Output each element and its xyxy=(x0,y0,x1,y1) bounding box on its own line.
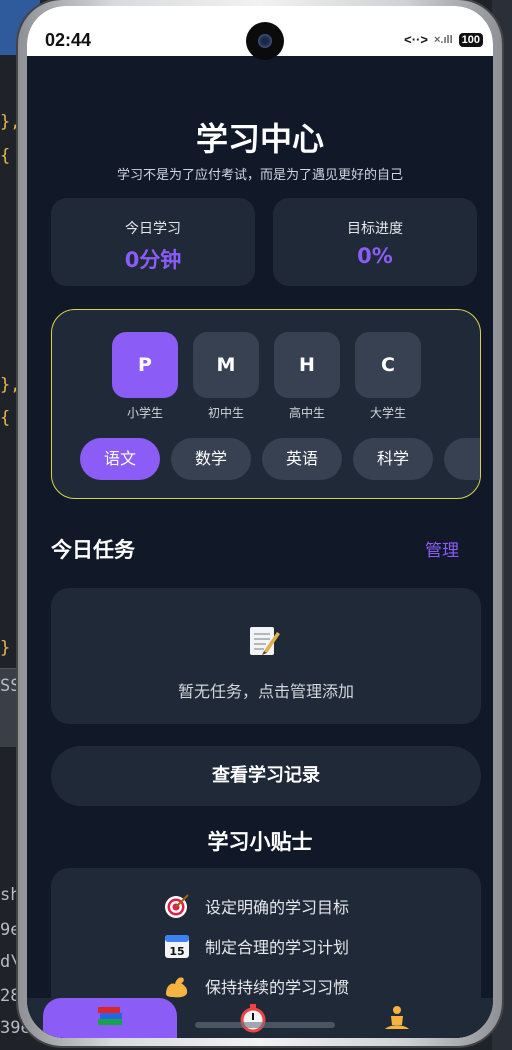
level-label: 高中生 xyxy=(288,406,325,420)
svg-text:15: 15 xyxy=(169,945,184,958)
level-middle[interactable]: M 初中生 xyxy=(193,332,259,421)
level-college[interactable]: C 大学生 xyxy=(355,332,421,421)
phone-bezel: 02:44 <··> ×.ıll 100 学习中心 学习不是为了应付考试，而是为… xyxy=(27,6,493,1038)
tips-title: 学习小贴士 xyxy=(207,830,313,854)
level-subject-panel: P 小学生 M 初中生 H 高中生 C 大学生 语文 数学 英语 科学 xyxy=(51,309,481,499)
memo-icon xyxy=(250,627,280,655)
page-title: 学习中心 xyxy=(195,120,324,158)
stat-card-progress: 目标进度 0% xyxy=(273,198,477,286)
target-icon xyxy=(165,894,189,918)
code-line: } xyxy=(0,638,11,658)
task-empty-text: 暂无任务，点击管理添加 xyxy=(177,682,354,701)
subject-math[interactable]: 数学 xyxy=(171,438,251,480)
manage-button[interactable]: 管理 xyxy=(425,536,459,561)
stat-card-today: 今日学习 0分钟 xyxy=(51,198,255,286)
status-bar: 02:44 <··> ×.ıll 100 xyxy=(27,6,493,60)
tip-text: 保持持续的学习习惯 xyxy=(205,978,350,997)
signal-icon: ×.ıll xyxy=(433,33,453,46)
code-line: { xyxy=(0,146,11,166)
level-label: 小学生 xyxy=(126,406,163,420)
books-icon xyxy=(98,1007,122,1025)
level-button[interactable]: P xyxy=(112,332,178,398)
subject-english[interactable]: 英语 xyxy=(262,438,342,480)
stat-label: 今日学习 xyxy=(125,221,181,237)
subject-chinese[interactable]: 语文 xyxy=(80,438,160,480)
tab-timer[interactable] xyxy=(193,998,313,1038)
level-button[interactable]: H xyxy=(274,332,340,398)
task-card: 暂无任务，点击管理添加 xyxy=(51,588,481,724)
app-screen: 02:44 <··> ×.ıll 100 学习中心 学习不是为了应付考试，而是为… xyxy=(27,6,493,1038)
bottom-tab-bar xyxy=(27,998,493,1038)
stat-value: 0分钟 xyxy=(124,248,182,272)
level-button[interactable]: C xyxy=(355,332,421,398)
calendar-icon: 15 xyxy=(165,935,189,958)
status-time: 02:44 xyxy=(45,30,92,50)
view-records-button[interactable]: 查看学习记录 xyxy=(51,746,481,806)
code-line: { xyxy=(0,408,11,428)
subject-more[interactable] xyxy=(444,438,480,480)
level-button[interactable]: M xyxy=(193,332,259,398)
status-icons: <··> ×.ıll 100 xyxy=(404,32,483,47)
level-high[interactable]: H 高中生 xyxy=(274,332,340,421)
tip-item: 保持持续的学习习惯 xyxy=(163,972,349,1000)
level-label: 初中生 xyxy=(207,406,244,420)
home-indicator[interactable] xyxy=(195,1022,335,1028)
tip-item: 15 制定合理的学习计划 xyxy=(163,932,349,960)
level-label: 大学生 xyxy=(369,406,406,420)
subject-science[interactable]: 科学 xyxy=(353,438,433,480)
tasks-title: 今日任务 xyxy=(51,538,135,562)
tip-item: 设定明确的学习目标 xyxy=(163,892,349,920)
stat-label: 目标进度 xyxy=(347,221,403,237)
tip-text: 设定明确的学习目标 xyxy=(205,898,350,917)
battery-icon: 100 xyxy=(458,32,483,47)
meditation-icon xyxy=(385,1006,409,1029)
stat-value: 0% xyxy=(357,244,393,268)
network-icon: <··> xyxy=(404,32,428,47)
stopwatch-icon xyxy=(240,1004,266,1033)
tip-text: 制定合理的学习计划 xyxy=(205,938,350,957)
tab-profile[interactable] xyxy=(337,998,457,1038)
phone-frame: 02:44 <··> ×.ıll 100 学习中心 学习不是为了应付考试，而是为… xyxy=(18,0,502,1046)
muscle-icon xyxy=(166,977,188,998)
tab-study[interactable] xyxy=(43,998,177,1038)
page-subtitle: 学习不是为了应付考试，而是为了遇见更好的自己 xyxy=(116,168,403,183)
front-camera xyxy=(246,22,284,60)
level-primary[interactable]: P 小学生 xyxy=(112,332,178,421)
